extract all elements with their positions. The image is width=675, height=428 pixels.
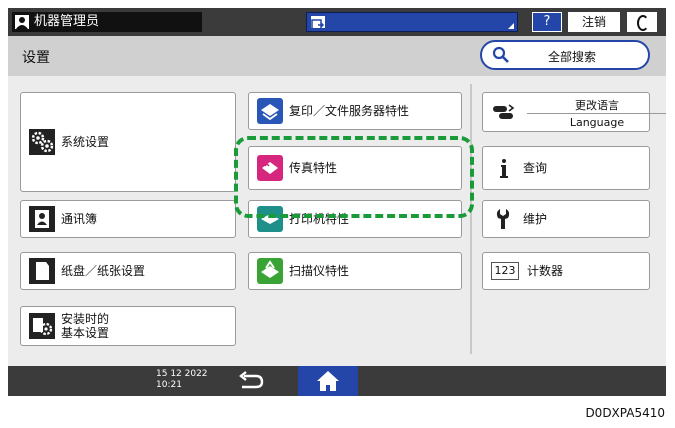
maintenance-label: 维护	[523, 212, 548, 226]
search-all-button[interactable]: 全部搜索	[480, 40, 650, 70]
address-book-tile[interactable]: 通讯簿	[20, 200, 236, 238]
address-book-icon	[29, 206, 55, 232]
paper-icon	[29, 258, 55, 284]
logout-button[interactable]: 注销	[568, 12, 620, 32]
operation-panel-screen: 机器管理员 ? 注销 设置 全部搜索 系统设置 通讯簿 纸盘／纸张设置 安装时的…	[8, 8, 666, 396]
home-button[interactable]	[298, 366, 358, 396]
copy-document-server-label: 复印／文件服务器特性	[289, 104, 410, 118]
counter-tile[interactable]: 123 计数器	[482, 252, 650, 290]
page-title: 设置	[22, 50, 50, 66]
job-status-bar[interactable]	[306, 12, 518, 32]
inquiry-label: 查询	[523, 161, 548, 175]
help-button[interactable]: ?	[532, 12, 562, 32]
back-button[interactable]	[230, 370, 270, 392]
language-label: Language	[569, 116, 625, 129]
system-settings-tile[interactable]: 系统设置	[20, 92, 236, 192]
scanner-features-label: 扫描仪特性	[289, 264, 350, 278]
settings-content: 系统设置 通讯簿 纸盘／纸张设置 安装时的 基本设置 复印／文件服务器特性 传真…	[8, 76, 666, 366]
scanner-icon	[257, 258, 283, 284]
job-icon	[311, 16, 325, 30]
counter-label: 计数器	[527, 264, 564, 278]
tray-paper-settings-tile[interactable]: 纸盘／纸张设置	[20, 252, 236, 290]
printer-icon	[257, 206, 283, 232]
initial-settings-tile[interactable]: 安装时的 基本设置	[20, 306, 236, 346]
printer-features-label: 打印机特性	[289, 212, 350, 226]
change-language-label: 更改语言	[575, 99, 619, 112]
home-icon	[317, 371, 339, 391]
user-icon	[15, 15, 29, 29]
fax-features-label: 传真特性	[289, 161, 338, 175]
title-bar: 设置 全部搜索	[8, 36, 666, 76]
bottom-bar: 15 12 2022 10:21	[8, 366, 666, 396]
moon-icon	[637, 15, 649, 31]
fax-icon	[257, 155, 283, 181]
info-icon	[500, 159, 508, 178]
sleep-button[interactable]	[627, 12, 657, 32]
top-bar: 机器管理员 ? 注销	[8, 8, 666, 36]
wrench-icon	[496, 209, 510, 229]
initial-setup-icon	[29, 313, 55, 339]
language-toggle-icon	[493, 104, 515, 119]
time-text: 10:21	[156, 380, 182, 390]
copier-icon	[257, 98, 283, 124]
figure-code: D0DXPA5410	[585, 406, 665, 420]
fax-features-tile[interactable]: 传真特性	[248, 146, 462, 190]
initial-settings-label: 安装时的 基本设置	[61, 312, 109, 340]
inquiry-tile[interactable]: 查询	[482, 146, 650, 190]
printer-features-tile[interactable]: 打印机特性	[248, 200, 462, 238]
tray-paper-settings-label: 纸盘／纸张设置	[61, 264, 146, 278]
change-language-tile[interactable]: 更改语言 Language	[482, 92, 666, 132]
address-book-label: 通讯簿	[61, 212, 98, 226]
search-all-label: 全部搜索	[548, 50, 597, 64]
copy-document-server-tile[interactable]: 复印／文件服务器特性	[248, 92, 462, 130]
date-text: 15 12 2022	[156, 369, 208, 379]
column-separator	[470, 84, 472, 354]
language-divider	[527, 113, 666, 114]
date-time: 15 12 2022 10:21	[156, 369, 208, 391]
maintenance-tile[interactable]: 维护	[482, 200, 650, 238]
user-status[interactable]: 机器管理员	[12, 12, 202, 32]
user-label: 机器管理员	[34, 14, 100, 29]
search-icon	[492, 46, 509, 63]
back-arrow-icon	[239, 371, 264, 389]
system-settings-label: 系统设置	[61, 135, 110, 149]
gears-icon	[29, 129, 55, 155]
initial-settings-line1: 安装时的	[61, 312, 110, 326]
expand-corner-icon	[508, 23, 514, 29]
scanner-features-tile[interactable]: 扫描仪特性	[248, 252, 462, 290]
counter-icon: 123	[491, 262, 519, 280]
initial-settings-line2: 基本设置	[61, 326, 110, 340]
